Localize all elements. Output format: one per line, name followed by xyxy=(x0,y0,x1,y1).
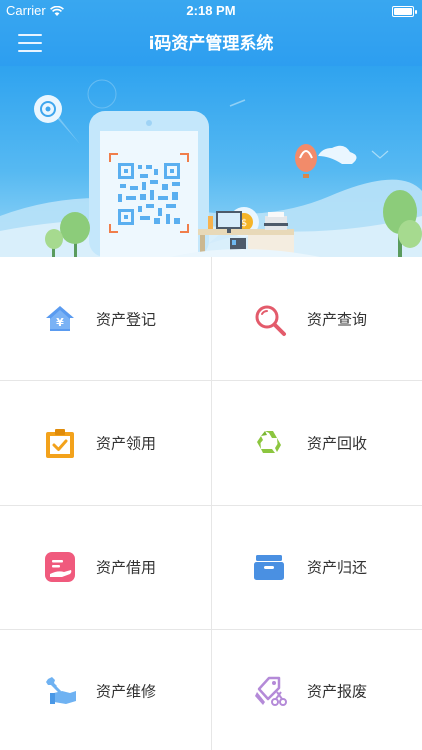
hot-air-balloon-icon xyxy=(295,144,357,178)
status-bar: Carrier 2:18 PM xyxy=(0,0,422,22)
asset-repair-button[interactable]: 资产维修 xyxy=(0,629,211,750)
clock: 2:18 PM xyxy=(186,3,236,18)
tag-scissors-icon xyxy=(253,675,287,707)
asset-query-button[interactable]: 资产查询 xyxy=(212,257,422,381)
magnifier-icon xyxy=(253,303,286,336)
banner-illustration: $ xyxy=(0,79,422,257)
asset-return-label: 资产归还 xyxy=(307,558,368,577)
drawer-icon xyxy=(253,551,285,583)
battery-icon xyxy=(392,6,417,17)
top-bar: Carrier 2:18 PM i码资产管理系统 xyxy=(0,0,422,66)
asset-return-button[interactable]: 资产归还 xyxy=(212,505,422,629)
asset-recycle-label: 资产回收 xyxy=(307,434,368,453)
clipboard-check-icon xyxy=(44,427,76,459)
asset-repair-label: 资产维修 xyxy=(96,682,157,701)
feature-grid: ¥ 资产登记 资产查询 资产领用 资产回收 资产借用 资产归还 资产维修 资产报… xyxy=(0,257,422,750)
asset-receive-label: 资产领用 xyxy=(96,434,157,453)
asset-recycle-button[interactable]: 资产回收 xyxy=(212,381,422,505)
asset-query-label: 资产查询 xyxy=(307,310,368,329)
page-title: i码资产管理系统 xyxy=(148,34,274,54)
asset-register-button[interactable]: ¥ 资产登记 xyxy=(0,257,211,381)
hand-document-icon xyxy=(44,551,76,583)
navigation-bar: i码资产管理系统 xyxy=(0,22,422,66)
asset-borrow-label: 资产借用 xyxy=(96,558,157,577)
hero-banner: $ xyxy=(0,66,422,257)
gear-bubble-icon xyxy=(34,95,80,144)
phone-illustration xyxy=(89,111,209,257)
house-yen-icon: ¥ xyxy=(44,303,76,335)
asset-receive-button[interactable]: 资产领用 xyxy=(0,381,211,505)
svg-text:¥: ¥ xyxy=(56,316,64,329)
recycle-icon xyxy=(253,427,285,459)
asset-borrow-button[interactable]: 资产借用 xyxy=(0,505,211,629)
asset-register-label: 资产登记 xyxy=(96,310,157,329)
wrench-hand-icon xyxy=(44,675,76,707)
asset-scrap-button[interactable]: 资产报废 xyxy=(212,629,422,750)
asset-scrap-label: 资产报废 xyxy=(307,682,368,701)
